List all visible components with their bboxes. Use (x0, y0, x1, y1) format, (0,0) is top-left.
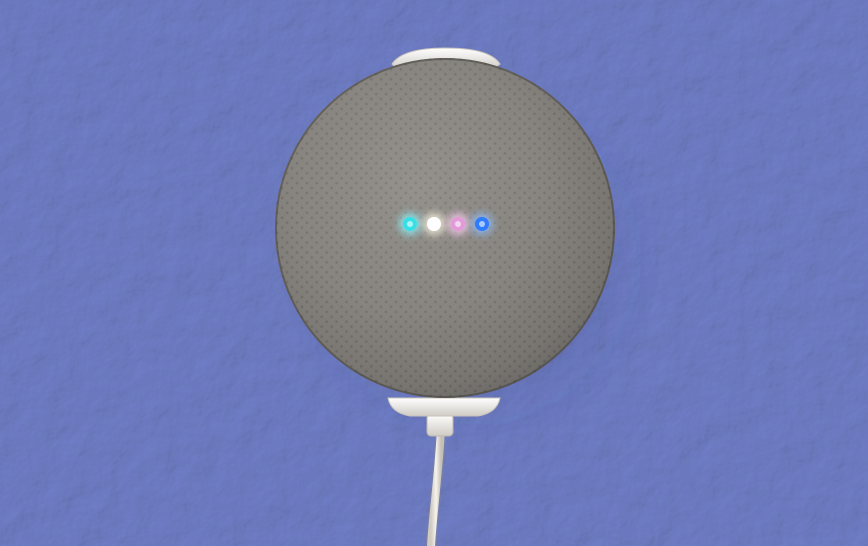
mount-bracket-bottom (387, 397, 501, 417)
smart-speaker (275, 58, 615, 398)
status-light-core (407, 221, 413, 227)
status-light-core (431, 221, 437, 227)
status-light-core (455, 221, 461, 227)
speaker-photo (0, 0, 868, 546)
status-light-core (479, 221, 485, 227)
